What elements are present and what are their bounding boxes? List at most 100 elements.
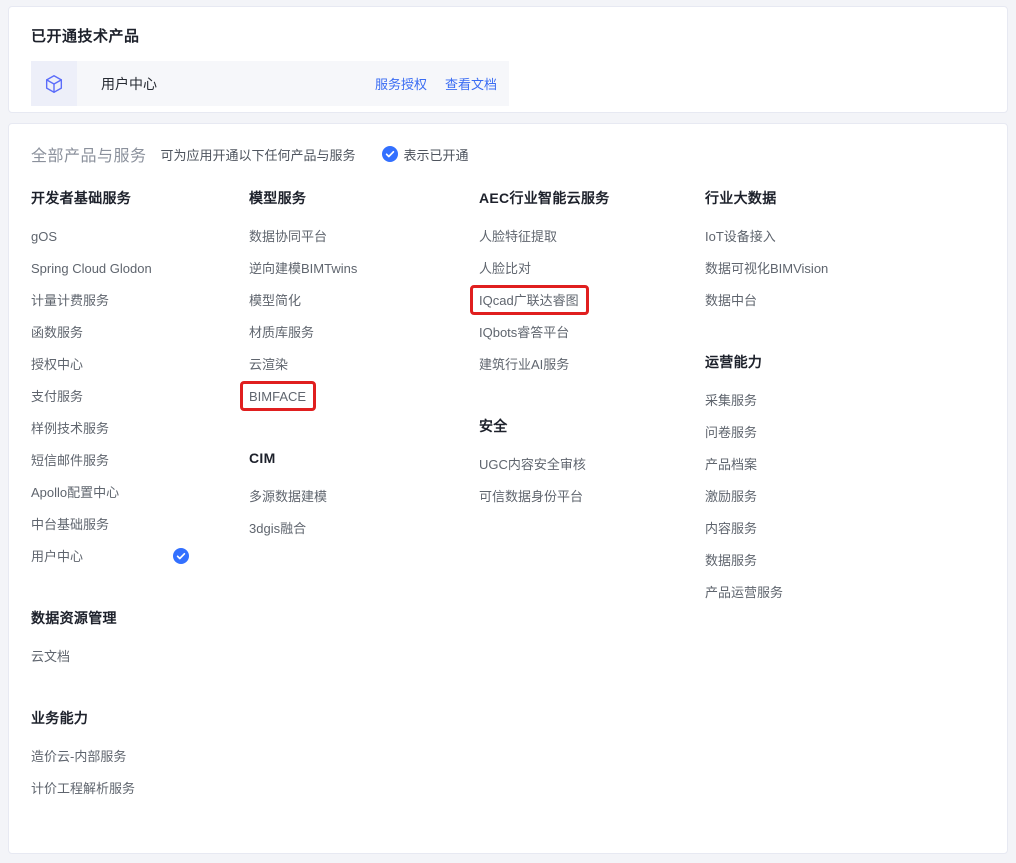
product-column: 开发者基础服务 gOS Spring Cloud Glodon 计量计费服务函数服务授… — [31, 188, 249, 840]
section-title: 数据资源管理 — [31, 608, 249, 628]
opened-product-row[interactable]: 用户中心 服务授权 查看文档 — [31, 61, 509, 106]
product-item-label: 采集服务 — [705, 392, 757, 409]
product-section: AEC行业智能云服务人脸特征提取人脸比对 IQcad广联达睿图 IQbots睿答平台… — [479, 188, 705, 380]
product-item-label: 数据协同平台 — [249, 228, 327, 245]
product-item[interactable]: 人脸比对 — [479, 252, 705, 284]
product-item[interactable]: 短信邮件服务 — [31, 444, 249, 476]
product-item-label: 逆向建模BIMTwins — [249, 260, 357, 277]
product-section: 数据资源管理云文档 — [31, 608, 249, 672]
product-columns: 开发者基础服务 gOS Spring Cloud Glodon 计量计费服务函数服务授… — [31, 188, 985, 840]
product-item[interactable]: 样例技术服务 — [31, 412, 249, 444]
annotation-red-box — [470, 285, 589, 315]
product-item[interactable]: 数据可视化BIMVision — [705, 252, 985, 284]
section-title: 安全 — [479, 416, 705, 436]
all-products-title: 全部产品与服务 — [31, 142, 147, 166]
product-item-label: 产品运营服务 — [705, 584, 783, 601]
product-item[interactable]: 材质库服务 — [249, 316, 479, 348]
section-title: 运营能力 — [705, 352, 985, 372]
product-item[interactable]: IQcad广联达睿图 — [479, 284, 705, 316]
product-item-label: 数据中台 — [705, 292, 757, 309]
product-item[interactable]: gOS — [31, 220, 249, 252]
product-item-label: 云渲染 — [249, 356, 288, 373]
product-item-label: BIMFACE — [249, 388, 306, 405]
product-column: 模型服务数据协同平台逆向建模BIMTwins模型简化材质库服务云渲染BIMFAC… — [249, 188, 479, 580]
product-section: 行业大数据IoT设备接入数据可视化BIMVision数据中台 — [705, 188, 985, 316]
product-item[interactable]: 建筑行业AI服务 — [479, 348, 705, 380]
opened-product-name: 用户中心 — [101, 74, 157, 94]
page: 已开通技术产品 用户中心 服务授权 查看文档 全部产品与服务 可为应用开通以下任… — [0, 0, 1016, 860]
product-item[interactable]: Apollo配置中心 — [31, 476, 249, 508]
opened-check-icon — [173, 548, 189, 564]
product-item-label: 中台基础服务 — [31, 516, 109, 533]
product-item-label: 计量计费服务 — [31, 292, 109, 309]
product-item-label: 多源数据建模 — [249, 488, 327, 505]
product-item-label: 产品档案 — [705, 456, 757, 473]
section-title: 开发者基础服务 — [31, 188, 249, 208]
product-item[interactable]: 数据中台 — [705, 284, 985, 316]
product-item[interactable]: 函数服务 — [31, 316, 249, 348]
product-item[interactable]: Spring Cloud Glodon — [31, 252, 249, 284]
product-item-label: 3dgis融合 — [249, 520, 306, 537]
product-item[interactable]: IoT设备接入 — [705, 220, 985, 252]
view-docs-link[interactable]: 查看文档 — [445, 74, 497, 93]
cube-icon — [31, 61, 77, 106]
product-item-label: 支付服务 — [31, 388, 83, 405]
product-item[interactable]: BIMFACE — [249, 380, 479, 412]
product-item[interactable]: 云渲染 — [249, 348, 479, 380]
product-section: 开发者基础服务 gOS Spring Cloud Glodon 计量计费服务函数服务授… — [31, 188, 249, 572]
product-item[interactable]: 产品档案 — [705, 448, 985, 480]
product-item[interactable]: 可信数据身份平台 — [479, 480, 705, 512]
product-item[interactable]: IQbots睿答平台 — [479, 316, 705, 348]
product-item[interactable]: 问卷服务 — [705, 416, 985, 448]
product-item[interactable]: UGC内容安全审核 — [479, 448, 705, 480]
product-item[interactable]: 多源数据建模 — [249, 480, 479, 512]
product-item-label: 材质库服务 — [249, 324, 314, 341]
product-section: CIM 多源数据建模 3dgis融合 — [249, 448, 479, 544]
product-item-label: 模型简化 — [249, 292, 301, 309]
product-item[interactable]: 采集服务 — [705, 384, 985, 416]
product-item-label: 样例技术服务 — [31, 420, 109, 437]
product-item[interactable]: 产品运营服务 — [705, 576, 985, 608]
product-item-label: 可信数据身份平台 — [479, 488, 583, 505]
product-item-label: 数据服务 — [705, 552, 757, 569]
section-title: AEC行业智能云服务 — [479, 188, 705, 208]
product-item[interactable]: 中台基础服务 — [31, 508, 249, 540]
product-item-label: 函数服务 — [31, 324, 83, 341]
service-auth-link[interactable]: 服务授权 — [375, 74, 427, 93]
product-item[interactable]: 数据协同平台 — [249, 220, 479, 252]
annotation-red-box — [240, 381, 316, 411]
product-item-label: 短信邮件服务 — [31, 452, 109, 469]
opened-product-actions: 服务授权 查看文档 — [375, 74, 509, 93]
legend-label: 表示已开通 — [404, 145, 469, 164]
product-item[interactable]: 3dgis融合 — [249, 512, 479, 544]
product-item[interactable]: 计量计费服务 — [31, 284, 249, 316]
product-item-label: 人脸特征提取 — [479, 228, 557, 245]
product-item[interactable]: 激励服务 — [705, 480, 985, 512]
product-item-label: 激励服务 — [705, 488, 757, 505]
product-section: 运营能力采集服务问卷服务产品档案激励服务内容服务数据服务产品运营服务 — [705, 352, 985, 608]
product-item[interactable]: 数据服务 — [705, 544, 985, 576]
opened-products-card: 已开通技术产品 用户中心 服务授权 查看文档 — [8, 6, 1008, 113]
section-title: CIM — [249, 448, 479, 468]
product-item[interactable]: 内容服务 — [705, 512, 985, 544]
product-item-label: UGC内容安全审核 — [479, 456, 586, 473]
product-item[interactable]: 造价云-内部服务 — [31, 740, 249, 772]
product-item[interactable]: 授权中心 — [31, 348, 249, 380]
product-item[interactable]: 用户中心 — [31, 540, 249, 572]
product-item[interactable]: 云文档 — [31, 640, 249, 672]
product-item-label: 人脸比对 — [479, 260, 531, 277]
product-section: 业务能力造价云-内部服务计价工程解析服务 — [31, 708, 249, 804]
product-item[interactable]: 计价工程解析服务 — [31, 772, 249, 804]
product-item-label: IoT设备接入 — [705, 228, 776, 245]
product-item-label: IQcad广联达睿图 — [479, 292, 579, 309]
product-item-label: 造价云-内部服务 — [31, 748, 126, 765]
all-products-header: 全部产品与服务 可为应用开通以下任何产品与服务 表示已开通 — [31, 144, 985, 164]
product-item[interactable]: 支付服务 — [31, 380, 249, 412]
product-item-label: Spring Cloud Glodon — [31, 260, 152, 277]
product-item-label: 用户中心 — [31, 548, 83, 565]
check-circle-icon — [382, 146, 398, 162]
product-item[interactable]: 逆向建模BIMTwins — [249, 252, 479, 284]
product-item[interactable]: 模型简化 — [249, 284, 479, 316]
product-item-label: Apollo配置中心 — [31, 484, 119, 501]
product-item[interactable]: 人脸特征提取 — [479, 220, 705, 252]
